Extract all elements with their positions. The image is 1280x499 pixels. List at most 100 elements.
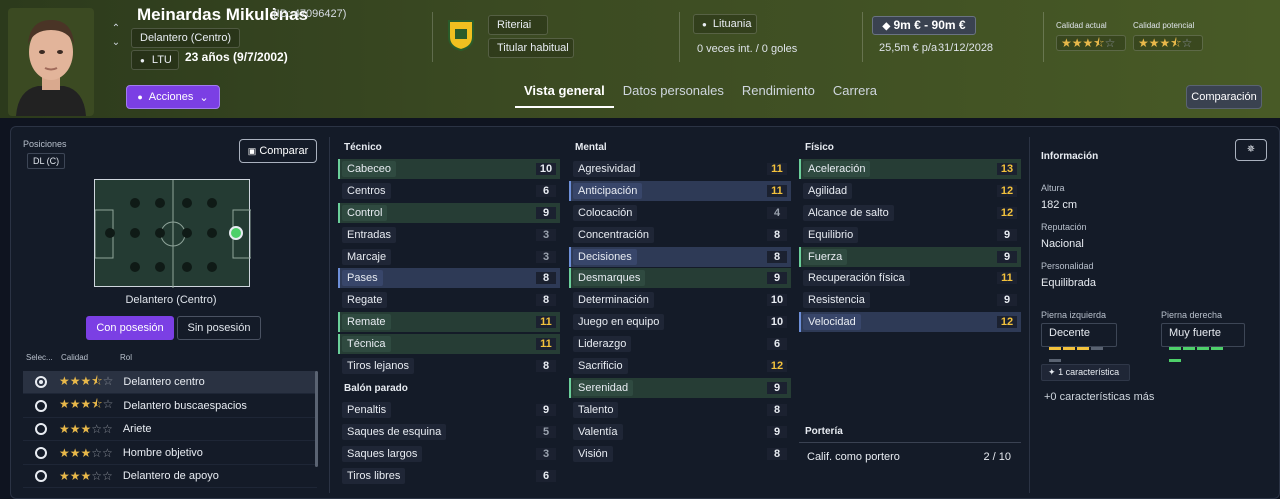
in-possession-toggle[interactable]: Con posesión [86, 316, 174, 340]
attribute-name: Agilidad [803, 182, 853, 199]
role-radio[interactable] [35, 376, 47, 388]
attribute-value: 9 [767, 272, 787, 285]
role-row[interactable]: ★★★☆☆ Ariete [23, 418, 317, 441]
attribute-row[interactable]: Centros 6 [338, 181, 560, 201]
attribute-row[interactable]: Visión 8 [569, 444, 791, 464]
club-crest-icon[interactable] [447, 19, 475, 52]
attribute-row[interactable]: Colocación 4 [569, 203, 791, 223]
attribute-row[interactable]: Valentía 9 [569, 422, 791, 442]
pitch-slot-selected[interactable] [229, 226, 243, 240]
attribute-row[interactable]: Saques largos 3 [338, 444, 560, 464]
attribute-row[interactable]: Penaltis 9 [338, 400, 560, 420]
attribute-row[interactable]: Tiros libres 6 [338, 466, 560, 486]
roles-header-select[interactable]: Selec... [26, 353, 53, 362]
role-row[interactable]: ★★★☆☆ Hombre objetivo [23, 442, 317, 465]
role-row[interactable]: ★★★⯪☆ Delantero buscaespacios [23, 395, 317, 418]
attribute-row[interactable]: Sacrificio 12 [569, 356, 791, 376]
mental-column: Mental Agresividad 11 Anticipación 11 Coloca… [569, 137, 791, 465]
pitch-slot[interactable] [182, 262, 192, 272]
attribute-row[interactable]: Desmarques 9 [569, 268, 791, 289]
attribute-row[interactable]: Fuerza 9 [799, 246, 1021, 267]
personality-icon[interactable]: ✵ [1235, 139, 1267, 161]
attribute-row[interactable]: Determinación 10 [569, 290, 791, 310]
right-foot-badge: Muy fuerte [1161, 323, 1245, 362]
attribute-row[interactable]: Remate 11 [338, 312, 560, 333]
attribute-row[interactable]: Aceleración 13 [799, 159, 1021, 179]
tab-carrera[interactable]: Carrera [824, 82, 886, 108]
traits-badge[interactable]: ✦ 1 característica [1041, 364, 1130, 381]
attribute-row[interactable]: Juego en equipo 10 [569, 312, 791, 332]
player-nav-arrows[interactable]: ⌃ ⌄ [110, 22, 122, 50]
nationality-badge[interactable]: ● Lituania [693, 14, 757, 34]
attribute-row[interactable]: Marcaje 3 [338, 247, 560, 267]
attribute-row[interactable]: Anticipación 11 [569, 180, 791, 201]
role-radio[interactable] [35, 446, 47, 459]
pitch-slot[interactable] [207, 228, 217, 238]
pitch-slot[interactable] [105, 228, 115, 238]
club-name[interactable]: Riteriai [488, 15, 548, 35]
role-stars: ★★★☆☆ [59, 445, 113, 460]
attribute-row[interactable]: Agilidad 12 [799, 181, 1021, 201]
attribute-row[interactable]: Concentración 8 [569, 225, 791, 245]
attribute-name: Remate [342, 314, 391, 331]
attribute-row[interactable]: Regate 8 [338, 290, 560, 310]
attribute-row[interactable]: Alcance de salto 12 [799, 203, 1021, 223]
pitch-slot[interactable] [130, 228, 140, 238]
role-row[interactable]: ★★★⯪☆ Delantero centro [23, 371, 317, 394]
attribute-row[interactable]: Saques de esquina 5 [338, 422, 560, 442]
roles-header-role[interactable]: Rol [120, 353, 132, 362]
attribute-row[interactable]: Técnica 11 [338, 334, 560, 355]
tab-datos-personales[interactable]: Datos personales [614, 82, 733, 108]
comparison-button[interactable]: Comparación [1186, 85, 1262, 109]
attribute-row[interactable]: Tiros lejanos 8 [338, 356, 560, 376]
attribute-value: 9 [997, 228, 1017, 241]
attribute-row[interactable]: Control 9 [338, 202, 560, 223]
pitch-slot[interactable] [207, 262, 217, 272]
attribute-value: 3 [536, 250, 556, 263]
roles-scrollbar[interactable] [315, 371, 318, 467]
attribute-name: Colocación [573, 204, 638, 221]
pitch-slot[interactable] [130, 262, 140, 272]
chevron-down-icon[interactable]: ⌄ [110, 36, 122, 50]
pitch-slot[interactable] [182, 198, 192, 208]
flag-icon: ● [702, 20, 707, 29]
attribute-row[interactable]: Velocidad 12 [799, 312, 1021, 333]
compare-button[interactable]: ▣ Comparar [239, 139, 317, 163]
attribute-row[interactable]: Equilibrio 9 [799, 225, 1021, 245]
attribute-value: 12 [997, 206, 1017, 219]
role-radio[interactable] [35, 399, 47, 412]
attribute-value: 4 [767, 206, 787, 219]
roles-header-quality[interactable]: Calidad [61, 353, 88, 362]
out-of-possession-toggle[interactable]: Sin posesión [177, 316, 261, 340]
position-pitch[interactable] [94, 179, 251, 288]
attribute-value: 10 [536, 163, 556, 175]
pitch-slot[interactable] [155, 262, 165, 272]
attribute-value: 12 [997, 316, 1017, 329]
attribute-row[interactable]: Cabeceo 10 [338, 159, 560, 179]
chevron-up-icon[interactable]: ⌃ [110, 22, 122, 36]
attribute-row[interactable]: Serenidad 9 [569, 377, 791, 398]
actions-button[interactable]: ● Acciones ⌄ [126, 85, 220, 109]
role-radio[interactable] [35, 423, 47, 435]
pitch-slot[interactable] [155, 228, 165, 238]
attribute-name: Serenidad [573, 379, 634, 396]
role-radio[interactable] [35, 470, 47, 482]
attribute-row[interactable]: Liderazgo 6 [569, 334, 791, 354]
tab-rendimiento[interactable]: Rendimiento [733, 82, 824, 108]
attribute-row[interactable]: Entradas 3 [338, 225, 560, 245]
attribute-row[interactable]: Agresividad 11 [569, 159, 791, 179]
pitch-slot[interactable] [130, 198, 140, 208]
attribute-row[interactable]: Pases 8 [338, 268, 560, 289]
person-icon: ● [137, 92, 143, 102]
role-row[interactable]: ★★★☆☆ Delantero de apoyo [23, 465, 317, 488]
attribute-row[interactable]: Recuperación física 11 [799, 268, 1021, 288]
pitch-slot[interactable] [182, 228, 192, 238]
traits-more[interactable]: +0 características más [1044, 391, 1154, 403]
tab-vista-general[interactable]: Vista general [515, 82, 614, 108]
attribute-row[interactable]: Resistencia 9 [799, 290, 1021, 310]
pitch-slot[interactable] [155, 198, 165, 208]
goalkeeping-section: Portería Calif. como portero 2 / 10 [799, 421, 1021, 463]
pitch-slot[interactable] [207, 198, 217, 208]
attribute-row[interactable]: Decisiones 8 [569, 246, 791, 267]
attribute-row[interactable]: Talento 8 [569, 400, 791, 420]
